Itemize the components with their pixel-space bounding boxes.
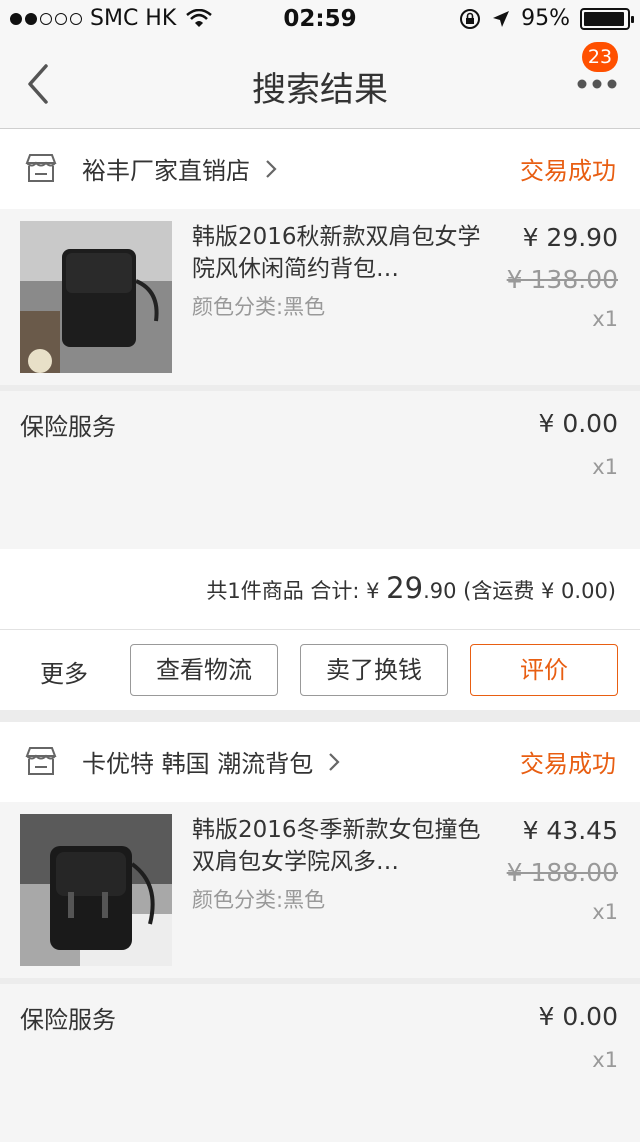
backpack-photo-icon <box>20 221 172 373</box>
order-status: 交易成功 <box>520 157 616 185</box>
order-status: 交易成功 <box>520 750 616 778</box>
insurance-quantity: x1 <box>592 455 618 479</box>
shipping-fee: (含运费 ¥ 0.00) <box>456 579 616 603</box>
order-card: 裕丰厂家直销店 交易成功 韩版2016秋新款双肩包女学院风休闲简约背包… 颜色分… <box>0 129 640 710</box>
review-button[interactable]: 评价 <box>470 644 618 696</box>
backpack-photo-icon <box>20 814 172 966</box>
product-sku: 颜色分类:黑色 <box>192 888 326 912</box>
total-summary: 共1件商品 合计: ¥ 29.90 (含运费 ¥ 0.00) <box>206 571 616 605</box>
store-icon <box>25 747 57 775</box>
chevron-right-icon <box>266 159 277 178</box>
order-card: 卡优特 韩国 潮流背包 交易成功 韩版2016冬季新款女包撞色双肩包女学院风多…… <box>0 722 640 1142</box>
order-total: 共1件商品 合计: ¥ 29.90 (含运费 ¥ 0.00) <box>0 549 640 630</box>
insurance-price: ¥ 0.00 <box>538 1002 618 1031</box>
shop-name: 裕丰厂家直销店 <box>82 157 250 185</box>
product-price: ¥ 29.90 <box>522 223 618 252</box>
product-price: ¥ 43.45 <box>522 816 618 845</box>
order-item[interactable]: 韩版2016秋新款双肩包女学院风休闲简约背包… 颜色分类:黑色 ¥ 29.90 … <box>0 209 640 385</box>
product-name[interactable]: 韩版2016冬季新款女包撞色双肩包女学院风多… <box>192 814 482 878</box>
total-integer: 29 <box>386 571 424 605</box>
more-actions-button[interactable]: 更多 <box>40 654 88 689</box>
status-right: 95% <box>459 6 634 31</box>
insurance-quantity: x1 <box>592 1048 618 1072</box>
insurance-label: 保险服务 <box>20 413 116 441</box>
view-logistics-button[interactable]: 查看物流 <box>130 644 278 696</box>
product-thumbnail[interactable] <box>20 814 172 966</box>
chevron-right-icon <box>329 752 340 771</box>
shop-name-link[interactable]: 裕丰厂家直销店 <box>82 151 278 186</box>
insurance-row: 保险服务 ¥ 0.00 x1 <box>0 391 640 549</box>
insurance-label: 保险服务 <box>20 1006 116 1034</box>
store-icon <box>25 154 57 182</box>
product-name[interactable]: 韩版2016秋新款双肩包女学院风休闲简约背包… <box>192 221 482 285</box>
product-sku: 颜色分类:黑色 <box>192 295 326 319</box>
product-quantity: x1 <box>592 307 618 331</box>
navigation-bar: 搜索结果 23 <box>0 40 640 129</box>
resell-button[interactable]: 卖了换钱 <box>300 644 448 696</box>
shop-header[interactable]: 裕丰厂家直销店 交易成功 <box>0 129 640 209</box>
shop-name-link[interactable]: 卡优特 韩国 潮流背包 <box>82 744 341 779</box>
original-price: ¥ 138.00 <box>506 265 618 294</box>
insurance-row: 保险服务 ¥ 0.00 x1 <box>0 984 640 1142</box>
status-bar: SMC HK 02:59 95% <box>0 0 640 40</box>
original-price: ¥ 188.00 <box>506 858 618 887</box>
battery-percent: 95% <box>521 6 570 31</box>
insurance-price: ¥ 0.00 <box>538 409 618 438</box>
shop-header[interactable]: 卡优特 韩国 潮流背包 交易成功 <box>0 722 640 802</box>
product-thumbnail[interactable] <box>20 221 172 373</box>
shop-name: 卡优特 韩国 潮流背包 <box>82 750 314 778</box>
order-item[interactable]: 韩版2016冬季新款女包撞色双肩包女学院风多… 颜色分类:黑色 ¥ 43.45 … <box>0 802 640 978</box>
order-actions: 更多 查看物流 卖了换钱 评价 <box>0 630 640 710</box>
total-prefix: 共1件商品 合计: ¥ <box>206 579 387 603</box>
orientation-lock-icon <box>460 8 481 29</box>
notification-badge: 23 <box>582 42 618 72</box>
more-dots-icon[interactable] <box>574 68 620 108</box>
battery-icon <box>580 7 634 30</box>
product-quantity: x1 <box>592 900 618 924</box>
location-icon <box>493 10 510 27</box>
total-decimal: .90 <box>423 579 457 603</box>
page-title: 搜索结果 <box>252 70 388 110</box>
